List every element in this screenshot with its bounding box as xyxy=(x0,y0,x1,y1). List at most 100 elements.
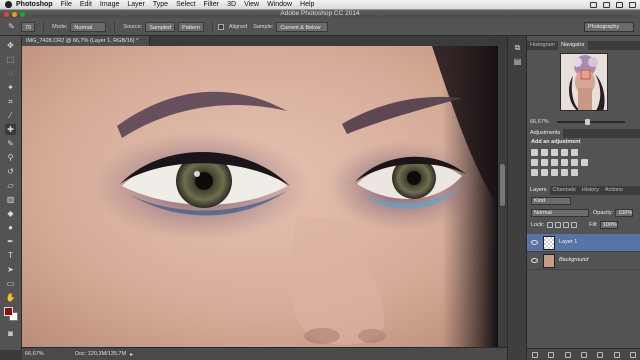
zoom-readout[interactable]: 66,67% xyxy=(25,351,63,357)
exposure-icon[interactable] xyxy=(561,149,568,156)
type-tool-icon[interactable]: T xyxy=(5,250,16,261)
history-panel-icon[interactable]: ⧉ xyxy=(512,42,523,53)
curves-icon[interactable] xyxy=(551,149,558,156)
add-mask-icon[interactable] xyxy=(564,351,571,358)
tab-histogram[interactable]: Histogram xyxy=(527,41,558,50)
status-menu-icon[interactable]: ▸ xyxy=(130,351,133,358)
opacity-field[interactable]: 100% xyxy=(615,209,634,217)
menu-type[interactable]: Type xyxy=(153,0,168,10)
menu-app-name[interactable]: Photoshop xyxy=(16,0,53,10)
black-white-icon[interactable] xyxy=(551,159,558,166)
pen-tool-icon[interactable]: ✒ xyxy=(5,236,16,247)
posterize-icon[interactable] xyxy=(541,169,548,176)
invert-icon[interactable] xyxy=(531,169,538,176)
battery-icon[interactable] xyxy=(616,2,623,8)
properties-panel-icon[interactable]: ▤ xyxy=(512,56,523,67)
new-group-icon[interactable] xyxy=(597,351,604,358)
dodge-tool-icon[interactable]: ● xyxy=(5,222,16,233)
brush-tool-icon[interactable]: ✎ xyxy=(5,138,16,149)
tab-adjustments[interactable]: Adjustments xyxy=(527,129,564,138)
gradient-tool-icon[interactable]: ▥ xyxy=(5,194,16,205)
layer-name[interactable]: Layer 1 xyxy=(559,239,577,245)
menu-select[interactable]: Select xyxy=(176,0,195,10)
lock-all-icon[interactable] xyxy=(571,222,578,228)
layer-filter-select[interactable]: Kind xyxy=(531,197,571,205)
foreground-color-swatch[interactable] xyxy=(4,307,13,316)
lock-position-icon[interactable] xyxy=(563,222,570,228)
new-layer-icon[interactable] xyxy=(613,351,620,358)
move-tool-icon[interactable]: ✥ xyxy=(5,40,16,51)
minimize-window-button[interactable] xyxy=(12,11,17,17)
delete-layer-icon[interactable] xyxy=(629,351,636,358)
lock-transparent-icon[interactable] xyxy=(547,222,554,228)
menu-image[interactable]: Image xyxy=(100,0,119,10)
new-adjustment-icon[interactable] xyxy=(580,351,587,358)
apple-icon[interactable] xyxy=(5,1,12,8)
marquee-tool-icon[interactable]: ⬚ xyxy=(5,54,16,65)
sample-select[interactable]: Current & Below xyxy=(276,21,329,32)
workspace-select[interactable]: Photography xyxy=(584,22,634,32)
navigator-thumbnail[interactable] xyxy=(560,53,608,111)
gradient-map-icon[interactable] xyxy=(571,169,578,176)
source-sampled-button[interactable]: Sampled xyxy=(145,21,176,32)
clone-stamp-tool-icon[interactable]: ✎ xyxy=(6,21,17,32)
clone-stamp-tool-icon[interactable]: ⚲ xyxy=(5,152,16,163)
aligned-checkbox[interactable] xyxy=(217,23,224,30)
lock-pixels-icon[interactable] xyxy=(555,222,562,228)
navigator-zoom-slider[interactable] xyxy=(557,119,625,125)
shape-tool-icon[interactable]: ▭ xyxy=(5,278,16,289)
menu-view[interactable]: View xyxy=(244,0,259,10)
tab-layers[interactable]: Layers xyxy=(527,186,550,195)
wifi-icon[interactable] xyxy=(603,2,610,8)
fill-field[interactable]: 100% xyxy=(599,221,618,229)
layer-row-background[interactable]: Background xyxy=(527,252,640,270)
hue-saturation-icon[interactable] xyxy=(531,159,538,166)
brightness-contrast-icon[interactable] xyxy=(531,149,538,156)
layer-row-layer-1[interactable]: Layer 1 xyxy=(527,234,640,252)
document-canvas[interactable] xyxy=(22,46,498,347)
history-brush-tool-icon[interactable]: ↺ xyxy=(5,166,16,177)
document-tab[interactable]: IMG_7428.CR2 @ 66,7% (Layer 1, RGB/16) * xyxy=(22,36,150,46)
selective-color-icon[interactable] xyxy=(561,169,568,176)
menu-filter[interactable]: Filter xyxy=(204,0,220,10)
color-lookup-icon[interactable] xyxy=(581,159,588,166)
healing-brush-tool-icon[interactable]: ✚ xyxy=(5,124,16,135)
quick-mask-icon[interactable]: ◙ xyxy=(5,328,16,339)
color-balance-icon[interactable] xyxy=(541,159,548,166)
layer-style-icon[interactable] xyxy=(548,351,555,358)
blur-tool-icon[interactable]: ◆ xyxy=(5,208,16,219)
menu-layer[interactable]: Layer xyxy=(127,0,145,10)
menu-edit[interactable]: Edit xyxy=(80,0,92,10)
navigator-zoom-value[interactable]: 66,67% xyxy=(530,119,549,125)
mode-select[interactable]: Normal xyxy=(70,21,107,32)
eraser-tool-icon[interactable]: ▱ xyxy=(5,180,16,191)
crop-tool-icon[interactable]: ⌗ xyxy=(5,96,16,107)
dropbox-icon[interactable] xyxy=(590,2,597,8)
menu-window[interactable]: Window xyxy=(267,0,292,10)
layer-name[interactable]: Background xyxy=(559,257,588,263)
lasso-tool-icon[interactable]: ◌ xyxy=(5,68,16,79)
photo-filter-icon[interactable] xyxy=(561,159,568,166)
visibility-eye-icon[interactable] xyxy=(531,240,538,245)
source-pattern-button[interactable]: Pattern xyxy=(178,21,204,32)
canvas-vertical-scrollbar[interactable] xyxy=(498,46,507,347)
levels-icon[interactable] xyxy=(541,149,548,156)
tab-navigator[interactable]: Navigator xyxy=(558,41,588,50)
visibility-eye-icon[interactable] xyxy=(531,258,538,263)
hand-tool-icon[interactable]: ✋ xyxy=(5,292,16,303)
menu-file[interactable]: File xyxy=(61,0,72,10)
channel-mixer-icon[interactable] xyxy=(571,159,578,166)
quick-select-tool-icon[interactable]: ✦ xyxy=(5,82,16,93)
brush-size-picker[interactable]: 70 xyxy=(21,21,36,32)
tab-history[interactable]: History xyxy=(579,186,602,195)
threshold-icon[interactable] xyxy=(551,169,558,176)
path-select-tool-icon[interactable]: ➤ xyxy=(5,264,16,275)
vibrance-icon[interactable] xyxy=(571,149,578,156)
menu-help[interactable]: Help xyxy=(300,0,314,10)
search-icon[interactable] xyxy=(629,2,636,8)
tab-actions[interactable]: Actions xyxy=(602,186,626,195)
eyedropper-tool-icon[interactable]: ⁄ xyxy=(5,110,16,121)
zoom-window-button[interactable] xyxy=(20,11,25,17)
blend-mode-select[interactable]: Normal xyxy=(531,209,589,217)
link-layers-icon[interactable] xyxy=(532,351,539,358)
